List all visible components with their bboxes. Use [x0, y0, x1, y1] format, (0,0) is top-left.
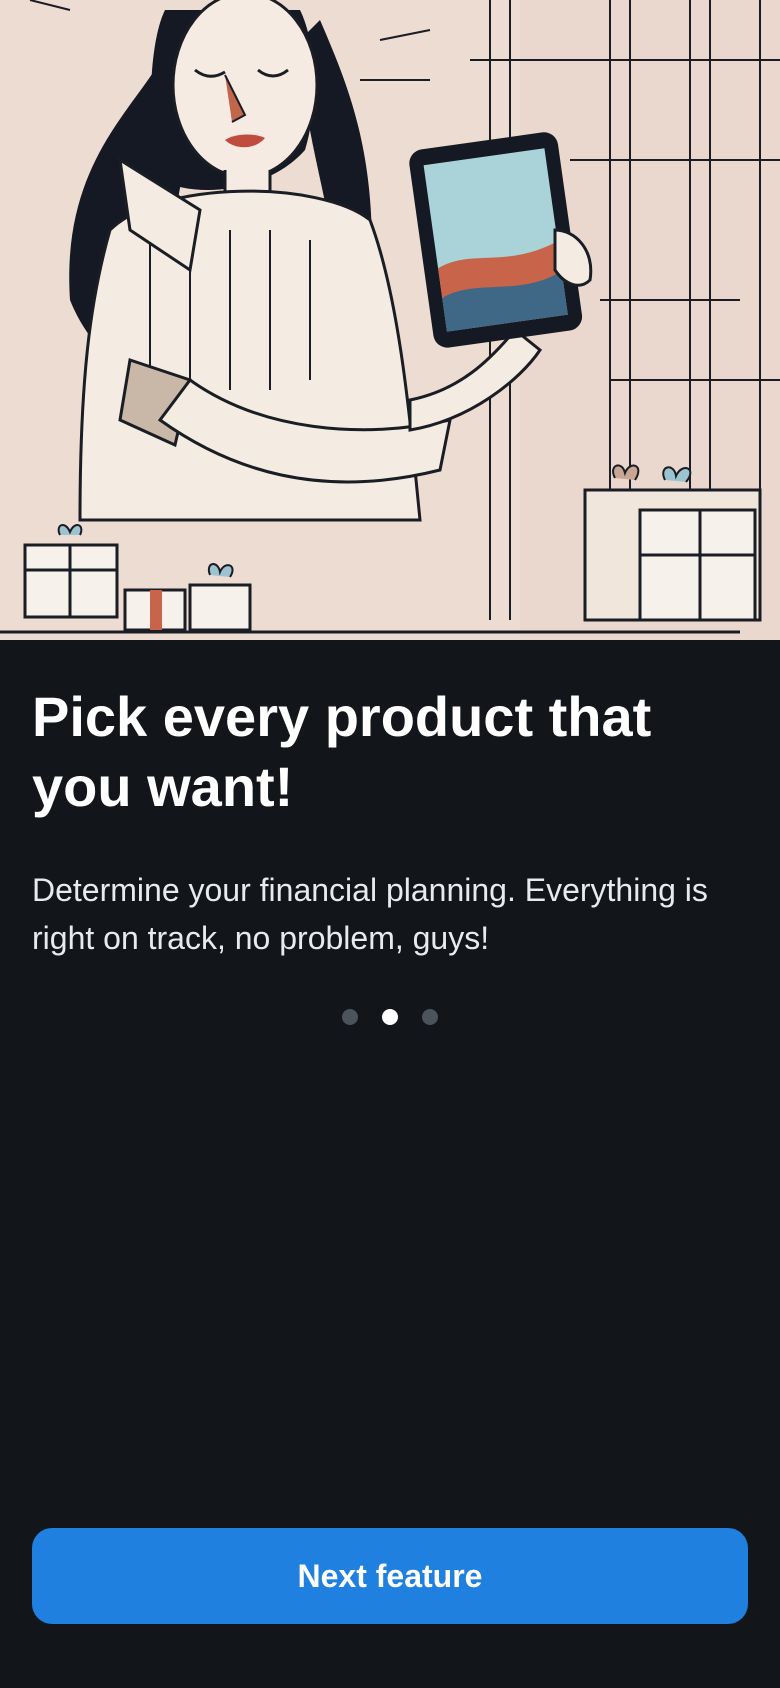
- onboarding-content: Pick every product that you want! Determ…: [32, 682, 748, 962]
- pagination-dots: [0, 1009, 780, 1025]
- onboarding-description: Determine your financial planning. Every…: [32, 872, 708, 956]
- pagination-dot-3[interactable]: [422, 1009, 438, 1025]
- woman-holding-tablet-illustration: [0, 0, 780, 640]
- pagination-dot-2[interactable]: [382, 1009, 398, 1025]
- onboarding-screen: Pick every product that you want! Determ…: [0, 0, 780, 1688]
- next-feature-button[interactable]: Next feature: [32, 1528, 748, 1624]
- hero-illustration: [0, 0, 780, 640]
- pagination-dot-1[interactable]: [342, 1009, 358, 1025]
- onboarding-title: Pick every product that you want!: [32, 685, 652, 818]
